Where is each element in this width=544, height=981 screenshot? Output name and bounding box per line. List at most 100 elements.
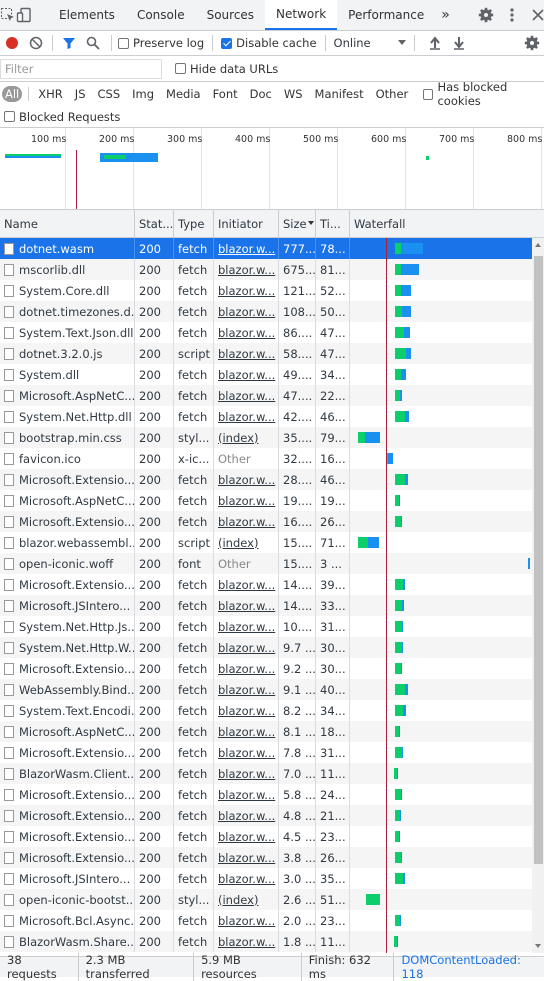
column-header-initiator[interactable]: Initiator [214, 210, 279, 237]
initiator-text[interactable]: blazor.w... [218, 494, 275, 508]
initiator-text[interactable]: blazor.w... [218, 662, 275, 676]
initiator-text[interactable]: (index) [218, 893, 258, 907]
table-row[interactable]: Microsoft.Extensio... 200 fetch blazor.w...… [0, 742, 532, 763]
type-filter-doc[interactable]: Doc [245, 86, 277, 102]
tab-elements[interactable]: Elements [48, 0, 126, 30]
initiator-text[interactable]: blazor.w... [218, 284, 275, 298]
table-row[interactable]: Microsoft.Extensio... 200 fetch blazor.w...… [0, 805, 532, 826]
initiator-text[interactable]: blazor.w... [218, 914, 275, 928]
type-filter-xhr[interactable]: XHR [33, 86, 68, 102]
type-filter-media[interactable]: Media [161, 86, 206, 102]
scrollbar-thumb[interactable] [534, 256, 543, 864]
scroll-up-arrow-icon[interactable] [532, 240, 544, 250]
table-row[interactable]: Microsoft.Bcl.Async... 200 fetch blazor.w..… [0, 910, 532, 931]
filter-funnel-icon[interactable] [57, 31, 81, 55]
table-row[interactable]: open-iconic.woff 200 font Other 15.... 3 ... [0, 553, 532, 574]
search-icon[interactable] [81, 31, 105, 55]
table-row[interactable]: System.Text.Encodi... 200 fetch blazor.w...… [0, 700, 532, 721]
table-row[interactable]: bootstrap.min.css 200 styl... (index) 35....… [0, 427, 532, 448]
table-row[interactable]: blazor.webassembl... 200 script (index) 15..… [0, 532, 532, 553]
initiator-text[interactable]: blazor.w... [218, 788, 275, 802]
initiator-text[interactable]: blazor.w... [218, 242, 275, 256]
has-blocked-cookies-checkbox[interactable]: Has blocked cookies [423, 80, 544, 108]
table-row[interactable]: BlazorWasm.Client.... 200 fetch blazor.w...… [0, 763, 532, 784]
scroll-down-arrow-icon[interactable] [532, 941, 544, 951]
type-filter-css[interactable]: CSS [93, 86, 126, 102]
kebab-menu-icon[interactable] [499, 8, 525, 22]
table-row[interactable]: Microsoft.Extensio... 200 fetch blazor.w...… [0, 574, 532, 595]
initiator-text[interactable]: blazor.w... [218, 368, 275, 382]
initiator-text[interactable]: blazor.w... [218, 578, 275, 592]
table-row[interactable]: Microsoft.Extensio... 200 fetch blazor.w...… [0, 511, 532, 532]
throttling-select[interactable]: Online [334, 36, 406, 50]
initiator-text[interactable]: blazor.w... [218, 326, 275, 340]
import-har-icon[interactable] [423, 31, 447, 55]
initiator-text[interactable]: blazor.w... [218, 263, 275, 277]
device-toolbar-icon[interactable] [16, 0, 32, 30]
table-row[interactable]: Microsoft.Extensio... 200 fetch blazor.w...… [0, 658, 532, 679]
type-filter-all[interactable]: All [2, 86, 23, 102]
table-row[interactable]: dotnet.3.2.0.js 200 script blazor.w... 58...… [0, 343, 532, 364]
table-row[interactable]: System.Net.Http.dll 200 fetch blazor.w... 42… [0, 406, 532, 427]
filter-input[interactable]: Filter [0, 58, 162, 79]
initiator-text[interactable]: blazor.w... [218, 389, 275, 403]
type-filter-js[interactable]: JS [70, 86, 91, 102]
tab-performance[interactable]: Performance [337, 0, 435, 30]
initiator-text[interactable]: blazor.w... [218, 830, 275, 844]
type-filter-ws[interactable]: WS [279, 86, 308, 102]
table-row[interactable]: WebAssembly.Bind... 200 fetch blazor.w... 9.… [0, 679, 532, 700]
table-row[interactable]: BlazorWasm.Share... 200 fetch blazor.w... 1.… [0, 931, 532, 952]
table-row[interactable]: Microsoft.JSIntero... 200 fetch blazor.w...… [0, 595, 532, 616]
disable-cache-checkbox[interactable]: Disable cache [221, 36, 317, 50]
initiator-text[interactable]: blazor.w... [218, 872, 275, 886]
initiator-text[interactable]: blazor.w... [218, 599, 275, 613]
table-row[interactable]: Microsoft.Extensio... 200 fetch blazor.w...… [0, 469, 532, 490]
inspect-element-icon[interactable] [0, 0, 16, 30]
initiator-text[interactable]: blazor.w... [218, 809, 275, 823]
table-row[interactable]: Microsoft.AspNetC... 200 fetch blazor.w... 8… [0, 721, 532, 742]
blocked-requests-checkbox[interactable]: Blocked Requests [4, 110, 120, 124]
initiator-text[interactable]: blazor.w... [218, 851, 275, 865]
record-icon[interactable] [0, 31, 24, 55]
column-header-name[interactable]: Name [0, 210, 135, 237]
initiator-text[interactable]: blazor.w... [218, 725, 275, 739]
tab-console[interactable]: Console [126, 0, 196, 30]
column-header-status[interactable]: Stat... [135, 210, 174, 237]
type-filter-img[interactable]: Img [127, 86, 159, 102]
hide-data-urls-checkbox[interactable]: Hide data URLs [175, 62, 278, 76]
initiator-text[interactable]: blazor.w... [218, 935, 275, 949]
table-row[interactable]: dotnet.wasm 200 fetch blazor.w... 777... 78..… [0, 238, 532, 259]
column-header-waterfall[interactable]: Waterfall [350, 210, 544, 237]
table-row[interactable]: dotnet.timezones.d... 200 fetch blazor.w...… [0, 301, 532, 322]
table-row[interactable]: Microsoft.AspNetC... 200 fetch blazor.w... 4… [0, 385, 532, 406]
table-row[interactable]: System.Text.Json.dll 200 fetch blazor.w... 8… [0, 322, 532, 343]
column-header-time[interactable]: Ti... [316, 210, 350, 237]
table-row[interactable]: System.dll 200 fetch blazor.w... 49.... 34... [0, 364, 532, 385]
more-tabs-button[interactable]: » [435, 0, 456, 30]
table-row[interactable]: Microsoft.Extensio... 200 fetch blazor.w...… [0, 826, 532, 847]
initiator-text[interactable]: blazor.w... [218, 305, 275, 319]
overview-timeline[interactable]: 100 ms 200 ms 300 ms 400 ms 500 ms 600 ms 700 … [0, 128, 544, 210]
table-row[interactable]: Microsoft.Extensio... 200 fetch blazor.w...… [0, 847, 532, 868]
export-har-icon[interactable] [447, 31, 471, 55]
close-devtools-icon[interactable] [525, 9, 544, 21]
preserve-log-checkbox[interactable]: Preserve log [118, 36, 204, 50]
initiator-text[interactable]: blazor.w... [218, 746, 275, 760]
table-row[interactable]: System.Net.Http.W... 200 fetch blazor.w... 9… [0, 637, 532, 658]
table-row[interactable]: Microsoft.JSIntero... 200 fetch blazor.w...… [0, 868, 532, 889]
type-filter-other[interactable]: Other [371, 86, 414, 102]
column-header-type[interactable]: Type [174, 210, 214, 237]
table-row[interactable]: Microsoft.AspNetC... 200 fetch blazor.w... 1… [0, 490, 532, 511]
type-filter-font[interactable]: Font [208, 86, 243, 102]
initiator-text[interactable]: blazor.w... [218, 683, 275, 697]
initiator-text[interactable]: blazor.w... [218, 767, 275, 781]
type-filter-manifest[interactable]: Manifest [310, 86, 369, 102]
initiator-text[interactable]: blazor.w... [218, 410, 275, 424]
tab-network[interactable]: Network [265, 0, 338, 30]
initiator-text[interactable]: (index) [218, 431, 258, 445]
initiator-text[interactable]: blazor.w... [218, 620, 275, 634]
initiator-text[interactable]: blazor.w... [218, 473, 275, 487]
table-row[interactable]: System.Net.Http.Js... 200 fetch blazor.w...… [0, 616, 532, 637]
table-row[interactable]: mscorlib.dll 200 fetch blazor.w... 675... 81.… [0, 259, 532, 280]
network-settings-gear-icon[interactable] [520, 31, 544, 55]
